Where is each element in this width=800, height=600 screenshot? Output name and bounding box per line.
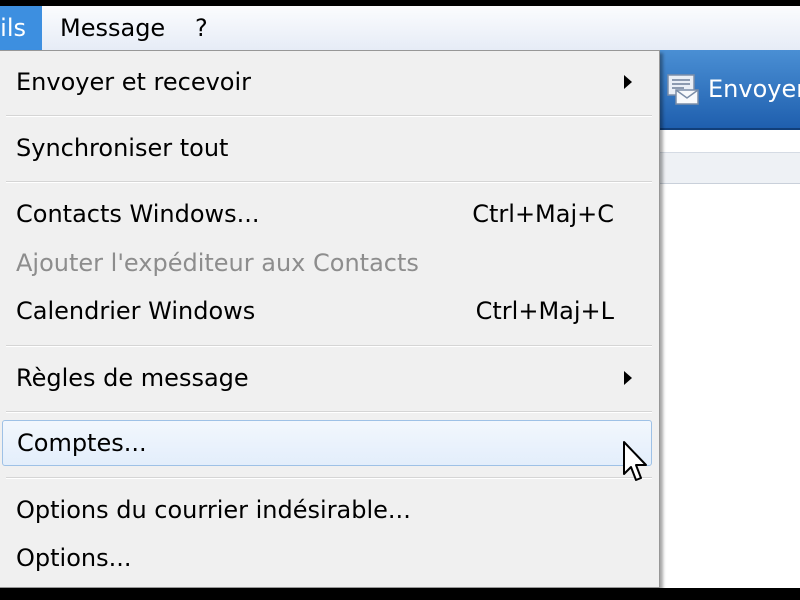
- menu-item-junk-options-label: Options du courrier indésirable...: [16, 496, 411, 524]
- menu-separator: [6, 477, 652, 479]
- menu-item-accounts-label: Comptes...: [17, 429, 147, 457]
- menu-message[interactable]: Message: [60, 6, 165, 50]
- menu-item-add-sender: Ajouter l'expéditeur aux Contacts: [0, 240, 656, 286]
- bottom-border: [0, 588, 800, 600]
- menu-help-label: ?: [195, 14, 208, 42]
- menu-item-options[interactable]: Options...: [0, 535, 656, 581]
- menu-item-contacts-shortcut: Ctrl+Maj+C: [472, 200, 614, 228]
- menu-item-contacts-label: Contacts Windows...: [16, 200, 260, 228]
- submenu-arrow-icon: [624, 75, 632, 89]
- menu-item-add-sender-label: Ajouter l'expéditeur aux Contacts: [16, 249, 419, 277]
- menu-tools[interactable]: ils: [0, 6, 42, 50]
- menu-item-sync-all[interactable]: Synchroniser tout: [0, 125, 656, 171]
- menu-item-message-rules[interactable]: Règles de message: [0, 355, 656, 401]
- screen: ils Message ? Envoyer Envoyer et recevoi…: [0, 0, 800, 600]
- menu-separator: [6, 181, 652, 183]
- menu-separator: [6, 115, 652, 117]
- send-receive-label: Envoyer: [708, 75, 800, 103]
- menu-bar: ils Message ?: [0, 6, 800, 51]
- menu-item-calendar[interactable]: Calendrier Windows Ctrl+Maj+L: [0, 288, 656, 334]
- menu-item-sync-all-label: Synchroniser tout: [16, 134, 229, 162]
- submenu-arrow-icon: [624, 371, 632, 385]
- menu-item-calendar-label: Calendrier Windows: [16, 297, 256, 325]
- menu-message-label: Message: [60, 14, 166, 42]
- menu-item-message-rules-label: Règles de message: [16, 364, 249, 392]
- menu-help[interactable]: ?: [195, 6, 208, 50]
- send-receive-button[interactable]: Envoyer: [664, 72, 800, 106]
- menu-item-send-receive-label: Envoyer et recevoir: [16, 68, 252, 96]
- menu-separator: [6, 411, 652, 413]
- send-receive-icon: [667, 74, 699, 105]
- mouse-cursor-icon: [623, 441, 647, 481]
- menu-tools-label: ils: [0, 14, 26, 42]
- menu-item-contacts[interactable]: Contacts Windows... Ctrl+Maj+C: [0, 191, 656, 237]
- menu-item-accounts[interactable]: Comptes...: [2, 420, 652, 466]
- menu-item-junk-options[interactable]: Options du courrier indésirable...: [0, 487, 656, 533]
- tools-dropdown-menu: Envoyer et recevoir Synchroniser tout Co…: [0, 50, 660, 588]
- menu-item-options-label: Options...: [16, 544, 132, 572]
- menu-item-send-receive[interactable]: Envoyer et recevoir: [0, 59, 656, 105]
- menu-item-calendar-shortcut: Ctrl+Maj+L: [475, 297, 614, 325]
- menu-separator: [6, 345, 652, 347]
